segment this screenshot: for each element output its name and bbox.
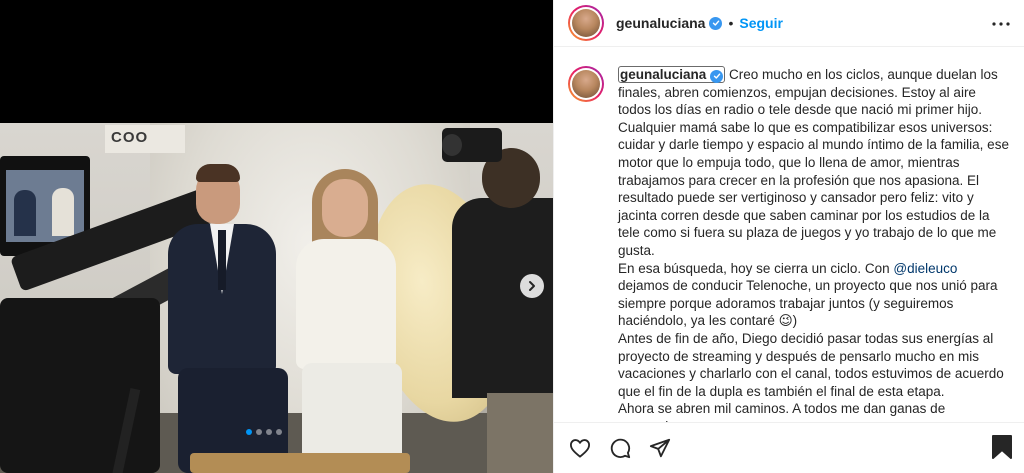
carousel-next-button[interactable] — [520, 274, 544, 298]
carousel-dot — [276, 429, 282, 435]
caption-username[interactable]: geunaluciana — [618, 66, 726, 83]
verified-icon — [710, 69, 724, 83]
carousel-dots — [246, 429, 282, 435]
save-icon — [992, 435, 1012, 459]
header-avatar[interactable] — [568, 5, 604, 41]
carousel-dot — [266, 429, 272, 435]
photo-woman — [296, 169, 406, 473]
caption-p2-before: En esa búsqueda, hoy se cierra un ciclo.… — [618, 260, 894, 276]
caption-paragraph-3: Antes de fin de año, Diego decidió pasar… — [618, 330, 1004, 399]
header-separator: • — [728, 15, 734, 31]
share-button[interactable] — [648, 436, 672, 460]
photo-cameraman — [432, 128, 553, 473]
photo-monitor-screen — [6, 170, 84, 242]
share-icon — [649, 438, 671, 458]
post-sidebar: geunaluciana • Seguir geunaluciana Creo … — [553, 0, 1024, 473]
caption-p2-after: dejamos de conducir Telenoche, un proyec… — [618, 278, 998, 329]
comment-button[interactable] — [608, 436, 632, 460]
post-media[interactable]: COO — [0, 0, 553, 473]
photo-man — [168, 164, 288, 473]
caption-row: geunaluciana Creo mucho en los ciclos, a… — [568, 66, 1009, 422]
avatar — [572, 70, 600, 98]
avatar — [572, 9, 600, 37]
caption-mention-link[interactable]: @dieleuco — [893, 261, 957, 276]
comment-icon — [610, 438, 631, 459]
post-photo: COO — [0, 123, 553, 473]
post-header: geunaluciana • Seguir — [554, 0, 1024, 47]
header-username[interactable]: geunaluciana — [616, 15, 705, 31]
like-icon — [570, 439, 590, 458]
caption-paragraph-1: Creo mucho en los ciclos, aunque duelan … — [618, 67, 1009, 258]
carousel-dot — [256, 429, 262, 435]
caption-area: geunaluciana Creo mucho en los ciclos, a… — [554, 47, 1024, 422]
like-button[interactable] — [568, 436, 592, 460]
caption-text: geunaluciana Creo mucho en los ciclos, a… — [618, 66, 1009, 422]
post-actions — [554, 422, 1024, 473]
carousel-dot — [246, 429, 252, 435]
photo-stool — [190, 453, 410, 473]
caption-paragraph-4: Ahora se abren mil caminos. A todos me d… — [618, 401, 946, 422]
verified-icon — [709, 16, 723, 30]
save-button[interactable] — [991, 435, 1015, 459]
caption-avatar[interactable] — [568, 66, 604, 102]
more-options-button[interactable] — [991, 14, 1011, 34]
more-options-icon — [992, 22, 1010, 26]
next-arrow-icon — [529, 281, 535, 291]
follow-button[interactable]: Seguir — [739, 15, 783, 31]
